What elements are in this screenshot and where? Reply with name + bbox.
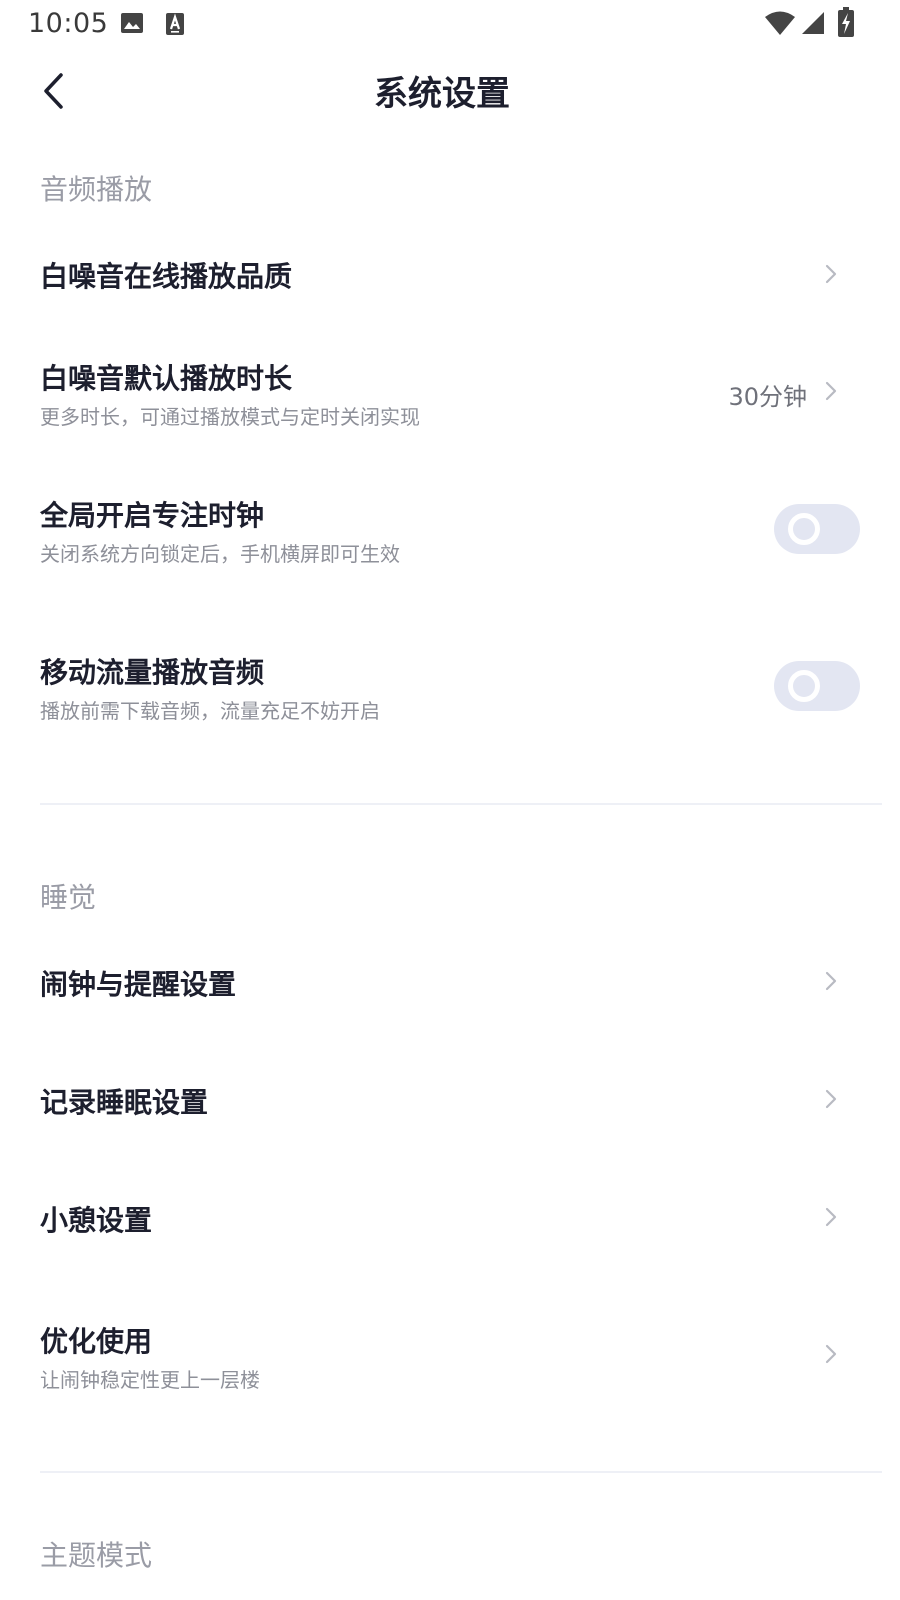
chevron-right-icon: [825, 381, 837, 401]
row-title: 闹钟与提醒设置: [40, 968, 237, 1001]
row-subtitle: 让闹钟稳定性更上一层楼: [40, 1368, 260, 1392]
a-keyboard-icon: [166, 13, 184, 35]
setting-row-optimize[interactable]: 优化使用 让闹钟稳定性更上一层楼: [0, 1305, 900, 1410]
setting-row-alarm[interactable]: 闹钟与提醒设置: [0, 935, 900, 1030]
setting-row-quality[interactable]: 白噪音在线播放品质: [0, 225, 900, 323]
image-icon: [121, 13, 143, 33]
setting-row-mobile-data: 移动流量播放音频 播放前需下载音频，流量充足不妨开启: [0, 635, 900, 740]
setting-row-nap[interactable]: 小憩设置: [0, 1171, 900, 1266]
row-subtitle: 播放前需下载音频，流量充足不妨开启: [40, 699, 380, 723]
setting-row-sleep-record[interactable]: 记录睡眠设置: [0, 1053, 900, 1148]
row-title: 全局开启专注时钟: [40, 499, 265, 532]
row-title: 移动流量播放音频: [40, 656, 265, 689]
toggle-knob: [788, 670, 820, 702]
chevron-right-icon: [825, 1207, 837, 1227]
page-title: 系统设置: [374, 74, 510, 114]
status-time: 10:05: [28, 8, 109, 39]
row-title: 白噪音默认播放时长: [40, 362, 293, 395]
setting-row-focus-clock: 全局开启专注时钟 关闭系统方向锁定后，手机横屏即可生效: [0, 478, 900, 583]
toggle-knob: [788, 513, 820, 545]
row-subtitle: 关闭系统方向锁定后，手机横屏即可生效: [40, 542, 400, 566]
row-title: 白噪音在线播放品质: [40, 260, 293, 293]
setting-row-duration[interactable]: 白噪音默认播放时长 更多时长，可通过播放模式与定时关闭实现 30分钟: [0, 340, 900, 445]
settings-screen: 10:05 系统设置 音频播放 白噪音在线播放品质 白噪音默认播放时长 更多时长…: [0, 0, 900, 1600]
section-header-theme: 主题模式: [40, 1539, 153, 1572]
wifi-icon: [765, 11, 795, 35]
row-title: 记录睡眠设置: [40, 1086, 209, 1119]
row-title: 优化使用: [40, 1325, 153, 1358]
section-header-sleep: 睡觉: [40, 881, 97, 914]
section-header-audio: 音频播放: [40, 173, 153, 206]
section-divider: [40, 803, 882, 805]
battery-charging-icon: [838, 7, 854, 37]
section-divider: [40, 1471, 882, 1473]
chevron-right-icon: [825, 1344, 837, 1364]
signal-icon: [802, 12, 824, 34]
chevron-right-icon: [825, 1089, 837, 1109]
chevron-right-icon: [825, 971, 837, 991]
mobile-data-toggle[interactable]: [774, 661, 860, 711]
focus-clock-toggle[interactable]: [774, 504, 860, 554]
row-subtitle: 更多时长，可通过播放模式与定时关闭实现: [40, 405, 420, 429]
duration-value: 30分钟: [728, 383, 807, 411]
chevron-right-icon: [825, 264, 837, 284]
row-title: 小憩设置: [40, 1204, 153, 1237]
